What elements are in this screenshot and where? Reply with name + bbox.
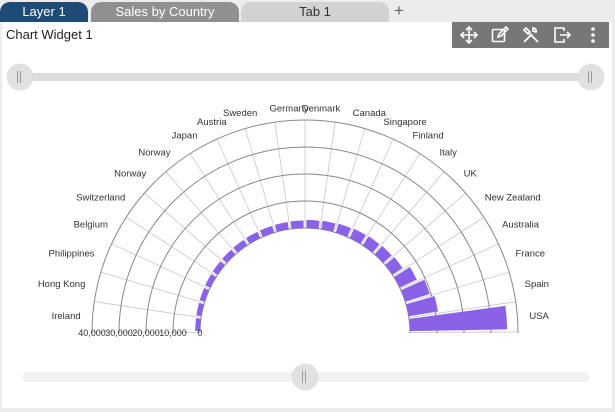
grip-icon — [17, 71, 21, 83]
scroll-slider-handle[interactable] — [292, 364, 318, 390]
add-tab-button[interactable]: + — [394, 0, 404, 22]
move-icon[interactable] — [454, 22, 484, 48]
edit-icon[interactable] — [485, 22, 515, 48]
settings-tools-icon[interactable] — [516, 22, 546, 48]
widget-toolbar — [452, 22, 609, 48]
tab-sales-by-country[interactable]: Sales by Country — [91, 2, 239, 22]
widget-title: Chart Widget 1 — [6, 27, 93, 42]
grip-icon — [588, 71, 592, 83]
export-icon[interactable] — [547, 22, 577, 48]
tab-bar: Layer 1 Sales by Country Tab 1 + — [0, 0, 615, 22]
zoom-slider-right-handle[interactable] — [578, 64, 604, 90]
grip-icon — [302, 371, 306, 383]
zoom-slider-left-handle[interactable] — [7, 64, 33, 90]
more-vertical-icon[interactable] — [578, 22, 608, 48]
tab-tab-1[interactable]: Tab 1 — [241, 2, 389, 22]
zoom-slider-track[interactable] — [10, 73, 600, 81]
tab-layer-1[interactable]: Layer 1 — [0, 2, 88, 22]
